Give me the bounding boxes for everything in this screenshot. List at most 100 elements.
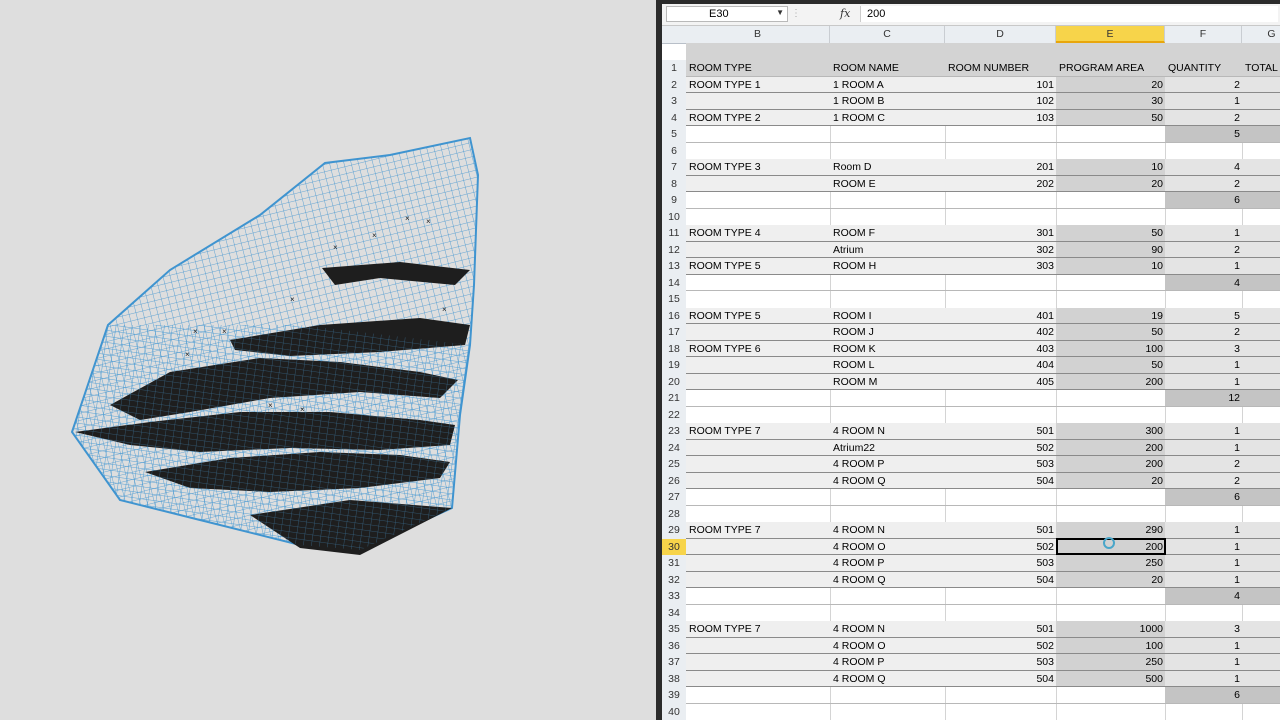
- cell-room-name[interactable]: ROOM J: [833, 324, 945, 341]
- cell-room-number[interactable]: 503: [945, 654, 1056, 671]
- column-header-c[interactable]: C: [830, 26, 945, 43]
- row-header[interactable]: 31: [662, 555, 686, 572]
- spreadsheet[interactable]: E30 ▼ ⋮ fx 200 BCDEFG 1 ROOM TYPE ROOM NAM…: [662, 0, 1280, 720]
- row-header[interactable]: 21: [662, 390, 686, 407]
- cell-room-number[interactable]: 504: [945, 671, 1056, 688]
- row-header[interactable]: 7: [662, 159, 686, 176]
- column-header-b[interactable]: B: [686, 26, 830, 43]
- row-header[interactable]: 14: [662, 274, 686, 291]
- cell-room-number[interactable]: 102: [945, 93, 1056, 110]
- cell-program-area[interactable]: 50: [1056, 110, 1165, 127]
- row-header[interactable]: 12: [662, 241, 686, 258]
- cell-room-name[interactable]: 1 ROOM C: [833, 110, 945, 127]
- cell-room-name[interactable]: 4 ROOM P: [833, 654, 945, 671]
- cell-room-number[interactable]: 501: [945, 621, 1056, 638]
- cell-program-area[interactable]: 50: [1056, 225, 1165, 242]
- function-icon[interactable]: fx: [840, 6, 850, 22]
- cell-room-number[interactable]: 303: [945, 258, 1056, 275]
- row-header[interactable]: 11: [662, 225, 686, 242]
- cell-room-type[interactable]: ROOM TYPE 4: [689, 225, 830, 242]
- row-header[interactable]: 16: [662, 307, 686, 324]
- cell-quantity[interactable]: 2: [1165, 176, 1242, 193]
- cell-room-type[interactable]: ROOM TYPE 1: [689, 77, 830, 94]
- row-header[interactable]: 36: [662, 637, 686, 654]
- name-box[interactable]: E30 ▼: [666, 6, 788, 22]
- cell-quantity[interactable]: 1: [1165, 357, 1242, 374]
- cell-room-number[interactable]: 504: [945, 572, 1056, 589]
- cell-program-area[interactable]: 90: [1056, 242, 1165, 259]
- cell-program-area[interactable]: 10: [1056, 258, 1165, 275]
- row-header[interactable]: 33: [662, 588, 686, 605]
- row-header[interactable]: 24: [662, 439, 686, 456]
- row-header[interactable]: 29: [662, 522, 686, 539]
- cell-quantity[interactable]: 2: [1165, 110, 1242, 127]
- cell-room-name[interactable]: ROOM L: [833, 357, 945, 374]
- row-header[interactable]: 5: [662, 126, 686, 143]
- cell-room-name[interactable]: ROOM E: [833, 176, 945, 193]
- cell-room-number[interactable]: 502: [945, 440, 1056, 457]
- cell-room-name[interactable]: 4 ROOM P: [833, 456, 945, 473]
- cell-quantity[interactable]: 1: [1165, 258, 1242, 275]
- row-header[interactable]: 4: [662, 109, 686, 126]
- row-header[interactable]: 19: [662, 357, 686, 374]
- cell-room-number[interactable]: 503: [945, 456, 1056, 473]
- cell-room-number[interactable]: 504: [945, 473, 1056, 490]
- cell-quantity[interactable]: 1: [1165, 374, 1242, 391]
- cell-quantity[interactable]: 1: [1165, 423, 1242, 440]
- cell-quantity[interactable]: 1: [1165, 93, 1242, 110]
- cell-room-number[interactable]: 501: [945, 423, 1056, 440]
- 3d-viewport[interactable]: × × × × × × × × × × × ×: [0, 0, 656, 720]
- cell-quantity[interactable]: 1: [1165, 539, 1242, 556]
- row-header[interactable]: 6: [662, 142, 686, 159]
- cell-quantity[interactable]: 2: [1165, 456, 1242, 473]
- cell-room-type[interactable]: ROOM TYPE 2: [689, 110, 830, 127]
- cell-room-type[interactable]: ROOM TYPE 5: [689, 258, 830, 275]
- cell-quantity[interactable]: 1: [1165, 225, 1242, 242]
- cell-quantity[interactable]: 6: [1165, 687, 1242, 704]
- cell-program-area[interactable]: 290: [1056, 522, 1165, 539]
- row-header[interactable]: 35: [662, 621, 686, 638]
- cell-room-name[interactable]: 4 ROOM Q: [833, 473, 945, 490]
- massing-model[interactable]: × × × × × × × × × × × ×: [0, 0, 656, 720]
- row-header[interactable]: 3: [662, 93, 686, 110]
- cell-quantity[interactable]: 3: [1165, 341, 1242, 358]
- chevron-down-icon[interactable]: ▼: [776, 8, 784, 17]
- cell-room-number[interactable]: 103: [945, 110, 1056, 127]
- cell-room-name[interactable]: ROOM M: [833, 374, 945, 391]
- cell-room-name[interactable]: 4 ROOM P: [833, 555, 945, 572]
- cell-room-number[interactable]: 503: [945, 555, 1056, 572]
- cell-program-area[interactable]: 20: [1056, 176, 1165, 193]
- cell-room-type[interactable]: ROOM TYPE 5: [689, 308, 830, 325]
- column-header-f[interactable]: F: [1165, 26, 1242, 43]
- cell-room-name[interactable]: 4 ROOM N: [833, 621, 945, 638]
- cell-program-area[interactable]: 20: [1056, 77, 1165, 94]
- cell-room-number[interactable]: 502: [945, 539, 1056, 556]
- cell-program-area[interactable]: 200: [1056, 440, 1165, 457]
- cell-room-name[interactable]: ROOM K: [833, 341, 945, 358]
- row-header[interactable]: 13: [662, 258, 686, 275]
- cell-room-number[interactable]: 405: [945, 374, 1056, 391]
- cell-room-number[interactable]: 502: [945, 638, 1056, 655]
- cell-program-area[interactable]: 30: [1056, 93, 1165, 110]
- cell-room-name[interactable]: 4 ROOM O: [833, 638, 945, 655]
- row-header[interactable]: 38: [662, 670, 686, 687]
- cell-room-name[interactable]: ROOM I: [833, 308, 945, 325]
- cell-program-area[interactable]: 20: [1056, 572, 1165, 589]
- cell-room-name[interactable]: 4 ROOM O: [833, 539, 945, 556]
- row-header[interactable]: 2: [662, 76, 686, 93]
- row-header[interactable]: 32: [662, 571, 686, 588]
- row-header[interactable]: 22: [662, 406, 686, 423]
- cell-program-area[interactable]: 20: [1056, 473, 1165, 490]
- cell-quantity[interactable]: 4: [1165, 275, 1242, 292]
- column-header-g[interactable]: G: [1242, 26, 1280, 43]
- row-header[interactable]: 23: [662, 423, 686, 440]
- cell-room-type[interactable]: ROOM TYPE 6: [689, 341, 830, 358]
- cell-room-name[interactable]: ROOM H: [833, 258, 945, 275]
- cell-quantity[interactable]: 1: [1165, 440, 1242, 457]
- cell-quantity[interactable]: 1: [1165, 654, 1242, 671]
- cell-quantity[interactable]: 2: [1165, 77, 1242, 94]
- row-header[interactable]: 34: [662, 604, 686, 621]
- cell-room-number[interactable]: 201: [945, 159, 1056, 176]
- row-header[interactable]: 39: [662, 687, 686, 704]
- cell-program-area[interactable]: 100: [1056, 638, 1165, 655]
